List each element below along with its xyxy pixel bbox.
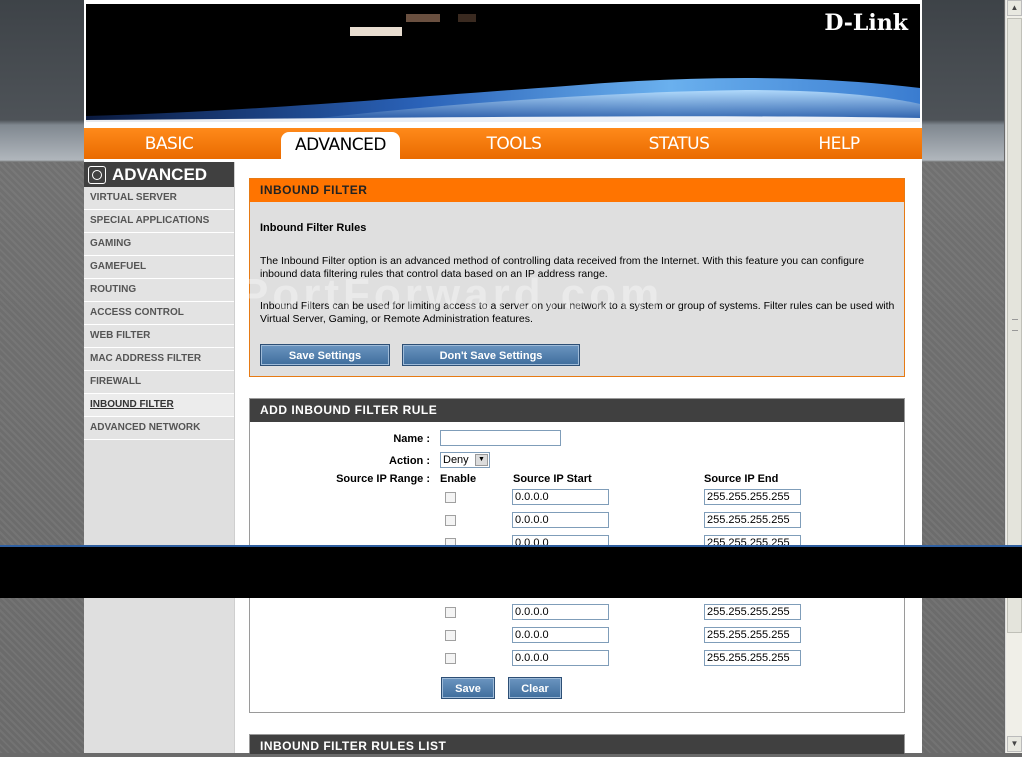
sidebar-item-inbound-filter[interactable]: INBOUND FILTER (84, 394, 234, 417)
inbound-filter-title: INBOUND FILTER (250, 179, 904, 202)
tab-advanced[interactable]: ADVANCED (281, 132, 400, 159)
vertical-scrollbar[interactable]: ▲ ▼ (1005, 0, 1022, 753)
tab-help[interactable]: HELP (794, 128, 884, 159)
save-button[interactable]: Save (441, 677, 495, 699)
save-settings-button[interactable]: Save Settings (260, 344, 390, 366)
sidebar-item-firewall[interactable]: FIREWALL (84, 371, 234, 394)
sidebar-item-routing[interactable]: ROUTING (84, 279, 234, 302)
top-nav: BASIC ADVANCED TOOLS STATUS HELP (84, 128, 922, 159)
action-select[interactable]: Deny ▼ (440, 452, 490, 468)
source-ip-end-input[interactable] (704, 604, 801, 620)
banner-bar (458, 14, 476, 22)
dlink-logo: D-Link (824, 10, 908, 36)
enable-checkbox[interactable] (445, 492, 456, 503)
sidebar-header: ADVANCED (84, 162, 234, 187)
source-ip-end-input[interactable] (704, 627, 801, 643)
router-page: D-Link BASIC ADVANCED TOOLS STATUS HELP … (84, 0, 922, 754)
sidebar-item-advanced-network[interactable]: ADVANCED NETWORK (84, 417, 234, 440)
scroll-up-button[interactable]: ▲ (1007, 0, 1022, 16)
clear-button[interactable]: Clear (508, 677, 562, 699)
action-label: Action : (389, 455, 430, 467)
sidebar-item-access-control[interactable]: ACCESS CONTROL (84, 302, 234, 325)
advanced-settings-icon (88, 165, 106, 184)
source-ip-start-input[interactable] (512, 604, 609, 620)
source-ip-start-input[interactable] (512, 512, 609, 528)
source-ip-range-label: Source IP Range : (336, 473, 430, 485)
sidebar-title: ADVANCED (112, 164, 208, 184)
add-rule-title: ADD INBOUND FILTER RULE (250, 399, 904, 422)
name-label: Name : (393, 433, 430, 445)
sidebar-item-virtual-server[interactable]: VIRTUAL SERVER (84, 187, 234, 210)
rules-list-title: INBOUND FILTER RULES LIST (250, 735, 904, 754)
enable-checkbox[interactable] (445, 515, 456, 526)
left-gutter (0, 0, 84, 753)
sidebar-item-mac-address-filter[interactable]: MAC ADDRESS FILTER (84, 348, 234, 371)
source-ip-end-header: Source IP End (704, 473, 779, 485)
sidebar-item-gamefuel[interactable]: GAMEFUEL (84, 256, 234, 279)
source-ip-start-input[interactable] (512, 627, 609, 643)
header-banner: D-Link (84, 0, 922, 125)
scroll-thumb[interactable] (1007, 18, 1022, 633)
inbound-filter-subtitle: Inbound Filter Rules (260, 222, 367, 234)
sidebar-item-web-filter[interactable]: WEB FILTER (84, 325, 234, 348)
source-ip-start-input[interactable] (512, 650, 609, 666)
tab-basic[interactable]: BASIC (124, 128, 214, 159)
banner-bar (350, 27, 402, 36)
sidebar-item-gaming[interactable]: GAMING (84, 233, 234, 256)
source-ip-end-input[interactable] (704, 650, 801, 666)
enable-checkbox[interactable] (445, 607, 456, 618)
enable-checkbox[interactable] (445, 653, 456, 664)
sidebar-item-special-applications[interactable]: SPECIAL APPLICATIONS (84, 210, 234, 233)
tab-status[interactable]: STATUS (634, 128, 724, 159)
banner-wave (86, 78, 920, 122)
black-overlay-band (0, 545, 1022, 598)
sidebar: ADVANCED VIRTUAL SERVER SPECIAL APPLICAT… (84, 162, 235, 753)
right-gutter (922, 0, 1004, 753)
watermark: PortForward.com (239, 270, 664, 319)
chevron-down-icon[interactable]: ▼ (475, 454, 488, 466)
name-input[interactable] (440, 430, 561, 446)
source-ip-end-input[interactable] (704, 489, 801, 505)
rules-list-panel: INBOUND FILTER RULES LIST (249, 734, 905, 754)
scroll-down-button[interactable]: ▼ (1007, 736, 1022, 752)
tab-tools[interactable]: TOOLS (469, 128, 559, 159)
action-select-value: Deny (443, 454, 469, 466)
enable-column-header: Enable (440, 473, 477, 485)
source-ip-start-input[interactable] (512, 489, 609, 505)
banner-bar (406, 14, 440, 22)
source-ip-start-header: Source IP Start (513, 473, 592, 485)
source-ip-end-input[interactable] (704, 512, 801, 528)
dont-save-settings-button[interactable]: Don't Save Settings (402, 344, 580, 366)
enable-checkbox[interactable] (445, 630, 456, 641)
